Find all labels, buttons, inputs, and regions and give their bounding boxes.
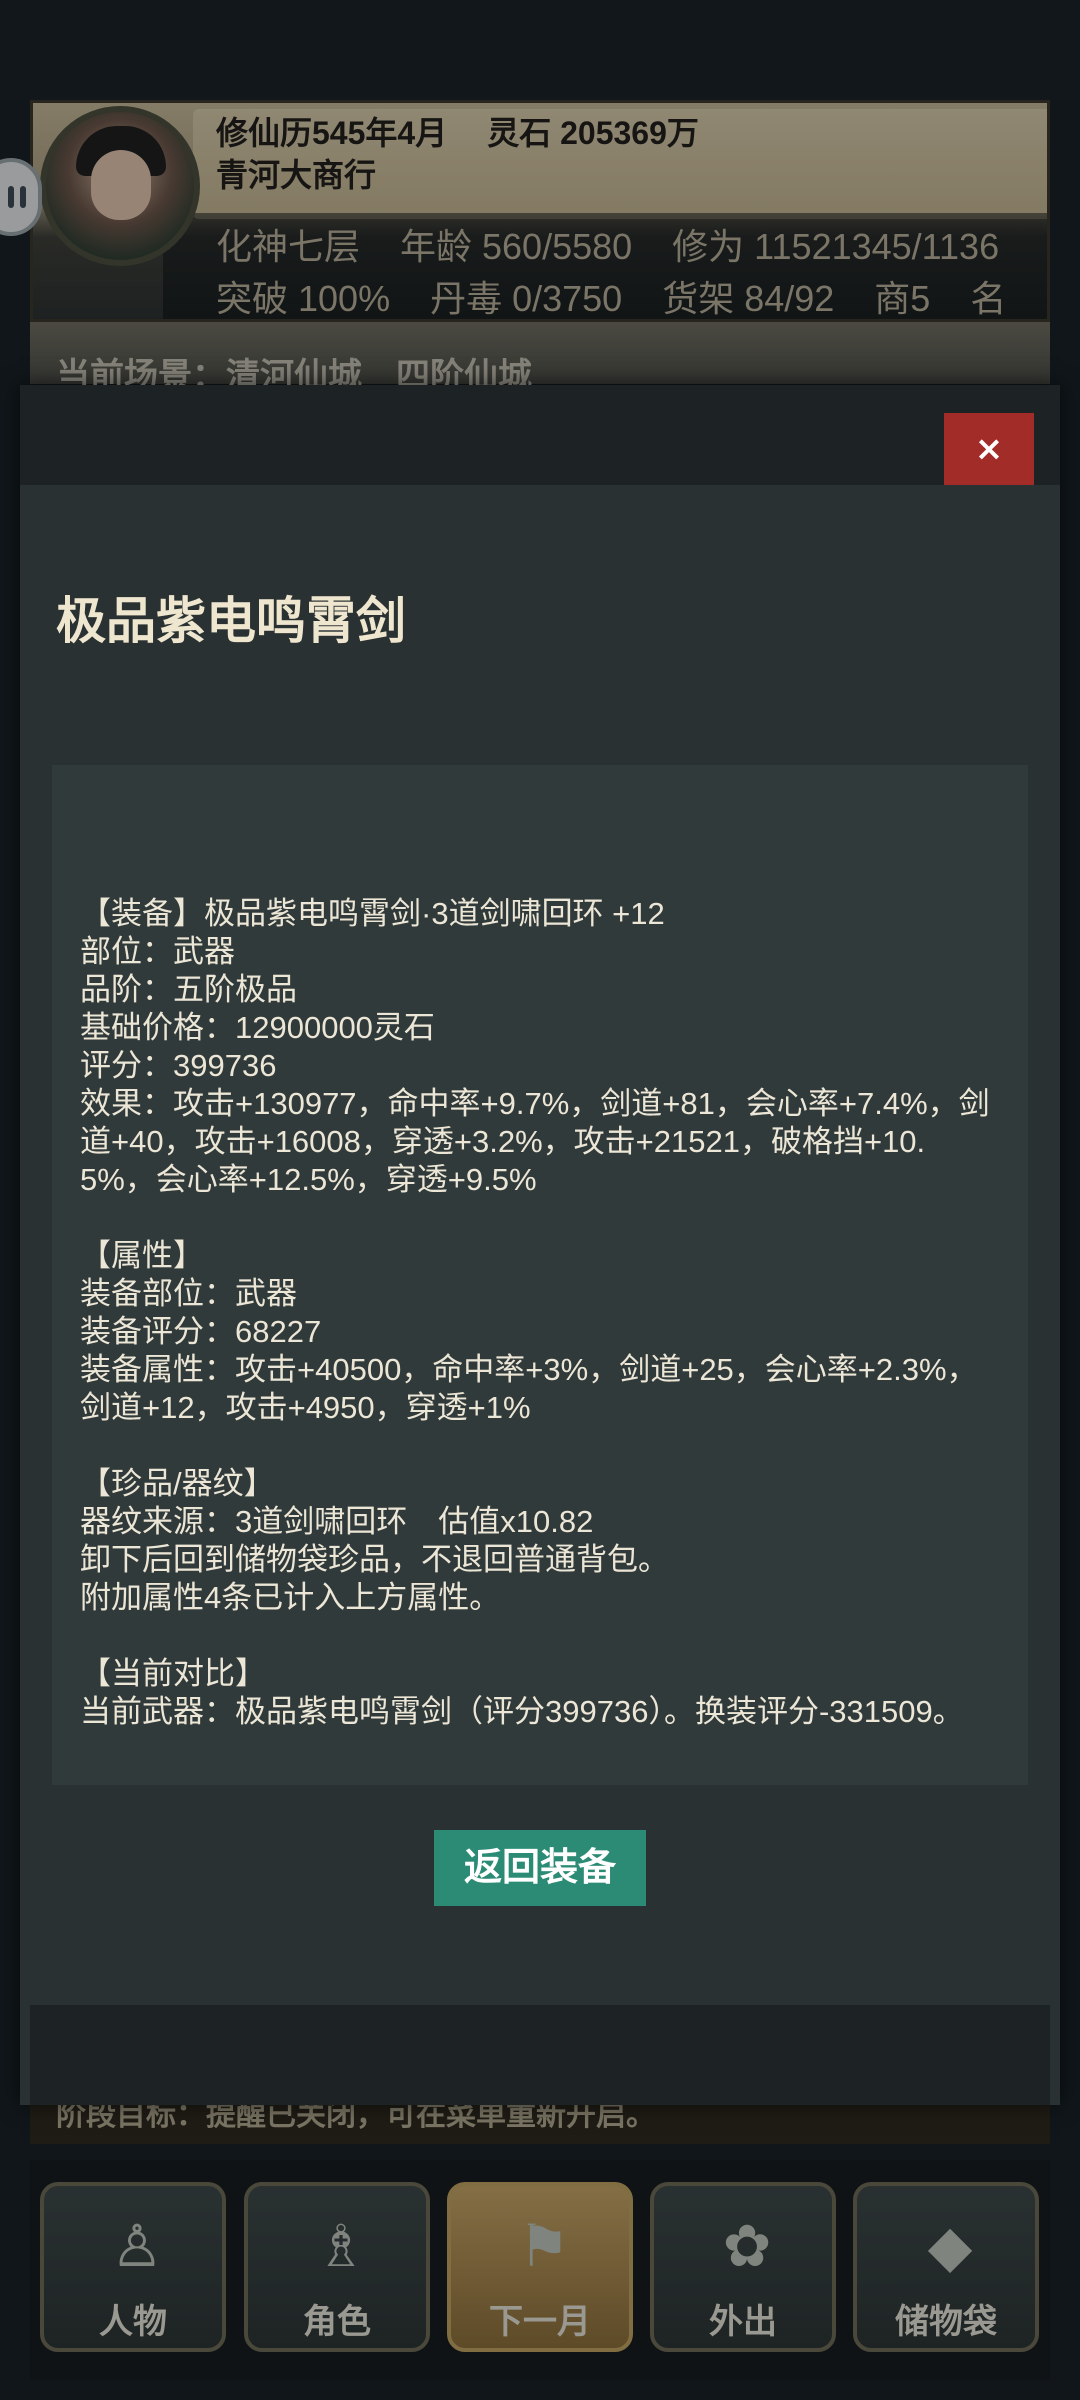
return-equipment-button[interactable]: 返回装备 (434, 1830, 646, 1906)
item-detail-text: 【装备】极品紫电鸣霄剑·3道剑啸回环 +12 部位：武器 品阶：五阶极品 基础价… (80, 896, 990, 1729)
modal-footer (30, 2005, 1050, 2105)
modal-header: × (20, 385, 1060, 485)
item-detail-modal: × 极品紫电鸣霄剑 【装备】极品紫电鸣霄剑·3道剑啸回环 +12 部位：武器 品… (20, 385, 1060, 2105)
item-detail-panel[interactable]: 【装备】极品紫电鸣霄剑·3道剑啸回环 +12 部位：武器 品阶：五阶极品 基础价… (52, 765, 1028, 1785)
close-button[interactable]: × (944, 413, 1034, 485)
item-title: 极品紫电鸣霄剑 (56, 593, 406, 649)
